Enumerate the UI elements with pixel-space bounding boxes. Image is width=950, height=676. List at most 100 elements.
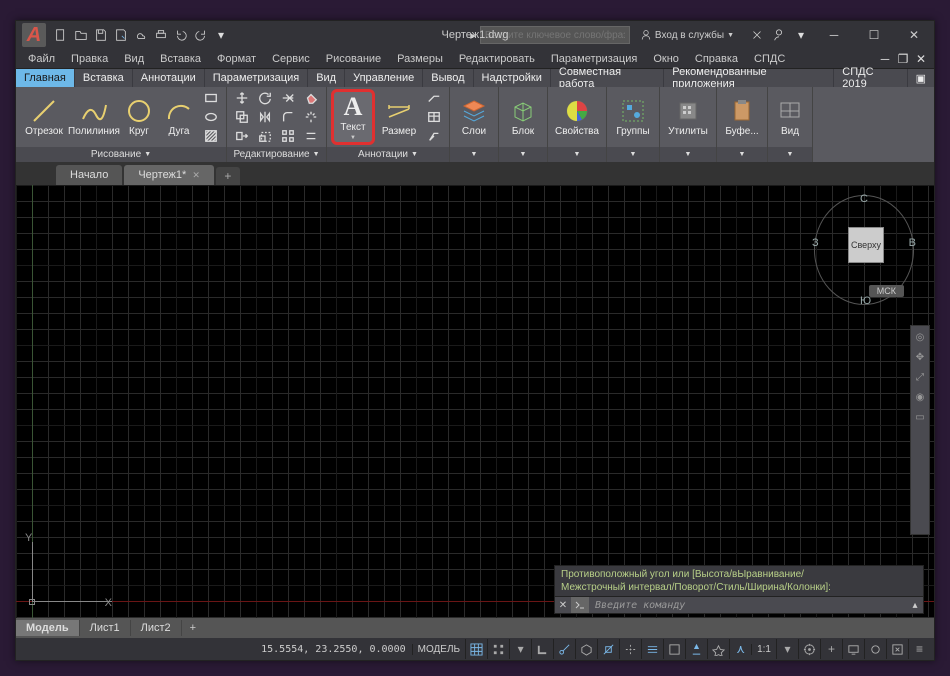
leader-icon[interactable]	[423, 89, 445, 107]
panel-groups-drop[interactable]: ▼	[607, 147, 659, 162]
status-annovisible-icon[interactable]	[707, 639, 729, 659]
compass-e[interactable]: В	[909, 237, 916, 249]
mleader-icon[interactable]	[423, 127, 445, 145]
menu-window[interactable]: Окно	[645, 51, 687, 67]
erase-icon[interactable]	[300, 89, 322, 107]
dimension-button[interactable]: Размер	[377, 89, 421, 145]
layout-model[interactable]: Модель	[16, 620, 80, 636]
hatch-icon[interactable]	[200, 127, 222, 145]
rtab-featured[interactable]: Рекомендованные приложения	[664, 69, 834, 87]
app-menu-button[interactable]: A	[22, 23, 46, 47]
compass-w[interactable]: З	[812, 237, 819, 249]
rtab-manage[interactable]: Управление	[345, 69, 423, 87]
array-icon[interactable]	[277, 127, 299, 145]
compass-n[interactable]: С	[860, 193, 868, 205]
status-annoauto-icon[interactable]: ⋏	[729, 639, 751, 659]
qat-saveas-icon[interactable]	[112, 26, 130, 44]
menu-spds[interactable]: СПДС	[746, 51, 793, 67]
properties-button[interactable]: Свойства	[552, 89, 602, 145]
rtab-view[interactable]: Вид	[308, 69, 345, 87]
nav-pan-icon[interactable]: ✥	[913, 350, 927, 364]
rtab-addins[interactable]: Надстройки	[474, 69, 551, 87]
rtab-annotate[interactable]: Аннотации	[133, 69, 205, 87]
rtab-output[interactable]: Вывод	[423, 69, 473, 87]
layout-sheet2[interactable]: Лист2	[131, 620, 182, 636]
qat-new-icon[interactable]	[52, 26, 70, 44]
maximize-button[interactable]: ☐	[854, 21, 894, 49]
ribbon-collapse-icon[interactable]: ▣	[908, 69, 934, 87]
status-polar-icon[interactable]	[553, 639, 575, 659]
groups-button[interactable]: Группы	[611, 89, 655, 145]
rtab-insert[interactable]: Вставка	[75, 69, 133, 87]
menu-draw[interactable]: Рисование	[318, 51, 389, 67]
qat-undo-icon[interactable]	[172, 26, 190, 44]
qat-redo-icon[interactable]	[192, 26, 210, 44]
panel-modify-title[interactable]: Редактирование▼	[227, 147, 326, 162]
arc-button[interactable]: Дуга	[160, 89, 198, 145]
rtab-parametric[interactable]: Параметризация	[205, 69, 308, 87]
qat-print-icon[interactable]	[152, 26, 170, 44]
status-cleanscreen-icon[interactable]	[886, 639, 908, 659]
command-input[interactable]: Введите команду	[589, 598, 907, 613]
panel-draw-title[interactable]: Рисование▼	[16, 147, 226, 162]
tab-close-icon[interactable]: ✕	[192, 170, 200, 181]
status-tpy-icon[interactable]	[663, 639, 685, 659]
menu-view[interactable]: Вид	[116, 51, 152, 67]
status-hardware-icon[interactable]	[842, 639, 864, 659]
status-annomon-icon[interactable]: +	[820, 639, 842, 659]
layout-add-button[interactable]: +	[182, 622, 204, 634]
menu-tools[interactable]: Сервис	[264, 51, 318, 67]
menu-help[interactable]: Справка	[687, 51, 746, 67]
menu-insert[interactable]: Вставка	[152, 51, 209, 67]
menu-modify[interactable]: Редактировать	[451, 51, 543, 67]
layout-sheet1[interactable]: Лист1	[80, 620, 131, 636]
qat-cloud-icon[interactable]	[132, 26, 150, 44]
menu-file[interactable]: Файл	[20, 51, 63, 67]
cmd-close-icon[interactable]: ✕	[555, 600, 571, 611]
status-ws-icon[interactable]	[798, 639, 820, 659]
cmd-prompt-icon[interactable]	[571, 597, 589, 613]
status-ortho-icon[interactable]	[531, 639, 553, 659]
nav-showmotion-icon[interactable]: ▭	[913, 410, 927, 424]
tab-drawing1[interactable]: Чертеж1*✕	[124, 165, 214, 185]
status-customize-icon[interactable]: ≡	[908, 639, 930, 659]
qat-save-icon[interactable]	[92, 26, 110, 44]
qat-open-icon[interactable]	[72, 26, 90, 44]
rotate-icon[interactable]	[254, 89, 276, 107]
status-otrack-icon[interactable]	[619, 639, 641, 659]
rtab-collab[interactable]: Совместная работа	[551, 69, 664, 87]
menu-dimension[interactable]: Размеры	[389, 51, 451, 67]
panel-annot-title[interactable]: Аннотации▼	[327, 147, 449, 162]
clipboard-button[interactable]: Буфе...	[721, 89, 763, 145]
move-icon[interactable]	[231, 89, 253, 107]
minimize-button[interactable]: ─	[814, 21, 854, 49]
status-scale[interactable]: 1:1	[751, 644, 776, 655]
rectangle-icon[interactable]	[200, 89, 222, 107]
drawing-area[interactable]: Y X С Ю В З Сверху МСК ◎ ✥ ⤢ ◉ ▭ Противо…	[16, 185, 934, 618]
tab-start[interactable]: Начало	[56, 165, 122, 185]
fillet-icon[interactable]	[277, 108, 299, 126]
status-annoscale-icon[interactable]	[685, 639, 707, 659]
viewcube-face[interactable]: Сверху	[848, 227, 884, 263]
explode-icon[interactable]	[300, 108, 322, 126]
offset-icon[interactable]	[300, 127, 322, 145]
nav-zoom-icon[interactable]: ⤢	[913, 370, 927, 384]
panel-utils-drop[interactable]: ▼	[660, 147, 716, 162]
close-button[interactable]: ✕	[894, 21, 934, 49]
panel-view-drop[interactable]: ▼	[768, 147, 812, 162]
ellipse-icon[interactable]	[200, 108, 222, 126]
menu-edit[interactable]: Правка	[63, 51, 116, 67]
doc-restore-icon[interactable]: ❐	[894, 50, 912, 68]
block-button[interactable]: Блок	[503, 89, 543, 145]
utilities-button[interactable]: Утилиты	[664, 89, 712, 145]
panel-props-drop[interactable]: ▼	[548, 147, 606, 162]
cmd-recent-icon[interactable]: ▴	[907, 600, 923, 611]
panel-block-drop[interactable]: ▼	[499, 147, 547, 162]
text-button[interactable]: A Текст ▼	[331, 89, 375, 145]
status-space[interactable]: МОДЕЛЬ	[412, 644, 465, 655]
status-dropdown1[interactable]: ▾	[509, 639, 531, 659]
doc-minimize-icon[interactable]: ─	[876, 50, 894, 68]
rtab-spds[interactable]: СПДС 2019	[834, 69, 907, 87]
nav-orbit-icon[interactable]: ◉	[913, 390, 927, 404]
doc-close-icon[interactable]: ✕	[912, 50, 930, 68]
